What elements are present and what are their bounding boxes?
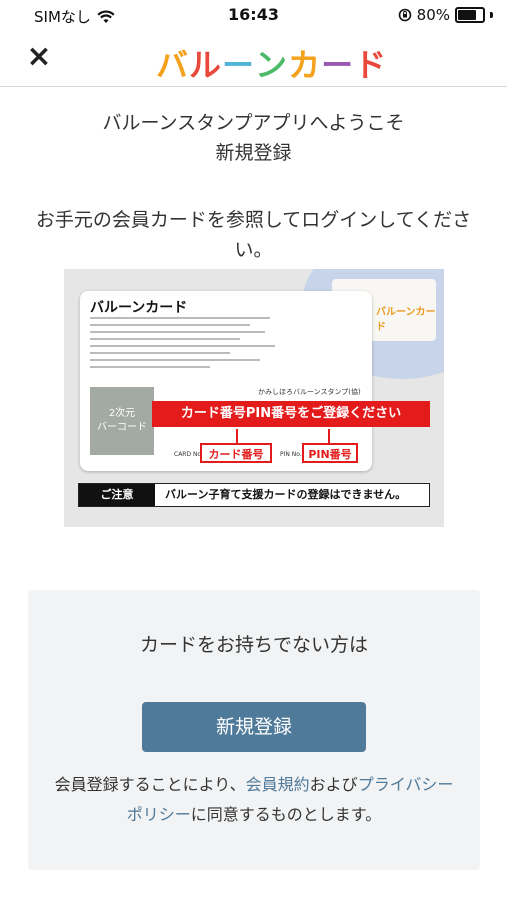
logo-char: ド (354, 46, 388, 84)
welcome-text: バルーンスタンプアプリへようこそ 新規登録 (0, 108, 507, 168)
card-front: バルーンカード 2次元 バーコード かみしほろバルーンスタンプ(協) CARD … (80, 291, 372, 471)
close-icon: × (26, 39, 52, 74)
battery-group: 80% (398, 6, 493, 24)
logo-char: ー (222, 46, 256, 84)
notice-text: バルーン子育て支援カードの登録はできません。 (165, 488, 407, 501)
card-number-box: カード番号 (200, 443, 272, 463)
mini-card-logo: バルーンカード (376, 307, 436, 333)
pin-number-box: PIN番号 (302, 443, 358, 463)
terms-link[interactable]: 会員規約 (246, 775, 310, 794)
notice-bar: ご注意 バルーン子育て支援カードの登録はできません。 (78, 483, 430, 507)
terms-prefix: 会員登録することにより、 (54, 775, 246, 794)
app-header: × バルーンカード (0, 30, 507, 87)
register-banner: カード番号PIN番号をご登録ください (152, 401, 430, 427)
terms-suffix: に同意するものとします。 (190, 805, 382, 824)
notice-label: ご注意 (79, 484, 155, 506)
battery-fill (458, 10, 476, 20)
register-button[interactable]: 新規登録 (142, 702, 366, 752)
card-fineprint (90, 317, 290, 373)
status-bar: SIMなし 16:43 80% (0, 0, 507, 30)
login-instruction: お手元の会員カードを参照してログインしてください。 (35, 209, 472, 261)
card-no-label: CARD No. (174, 451, 203, 458)
orientation-lock-icon (398, 8, 411, 22)
barcode-label-2: バーコード (97, 422, 147, 433)
barcode-label-1: 2次元 (108, 408, 136, 419)
no-card-prompt: カードをお持ちでない方は (139, 634, 368, 656)
terms-text: 会員登録することにより、会員規約およびプライバシーポリシーに同意するものとします… (48, 770, 460, 830)
card-company: かみしほろバルーンスタンプ(協) (258, 388, 361, 396)
card-title: バルーンカード (90, 300, 188, 316)
barcode-placeholder: 2次元 バーコード (90, 387, 154, 455)
close-button[interactable]: × (24, 42, 54, 72)
logo-char: ル (189, 46, 223, 84)
welcome-line-2: 新規登録 (215, 142, 292, 164)
battery-icon (455, 7, 485, 23)
member-card-illustration: バルーンカード バルーンカード 2次元 バーコード かみしほろバルーンスタンプ(… (64, 269, 444, 527)
terms-middle: および (309, 775, 358, 794)
battery-percent: 80% (416, 6, 450, 24)
pin-no-label: PIN No. (280, 451, 302, 458)
logo-char: カ (288, 46, 322, 84)
welcome-line-1: バルーンスタンプアプリへようこそ (102, 112, 405, 134)
signup-panel: カードをお持ちでない方は 新規登録 会員登録することにより、会員規約およびプライ… (28, 590, 480, 870)
logo-char: ン (255, 46, 289, 84)
battery-tip (490, 12, 493, 18)
logo-char: ー (321, 46, 355, 84)
logo-char: バ (156, 46, 190, 84)
balloon-card-logo: バルーンカード (156, 40, 387, 86)
